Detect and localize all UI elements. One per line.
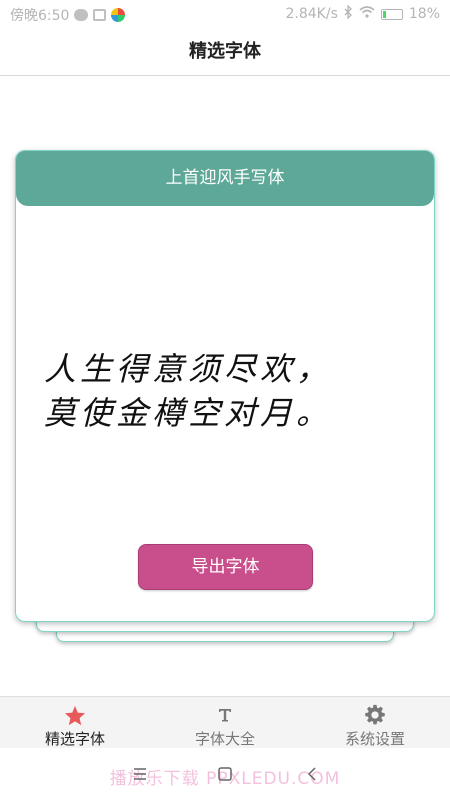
nav-label-all: 字体大全: [194, 730, 255, 748]
bottom-nav: 精选字体 字体大全 系统设置: [0, 696, 450, 748]
export-font-button[interactable]: 导出字体: [138, 544, 313, 590]
gear-icon: [300, 703, 450, 727]
nav-item-settings[interactable]: 系统设置: [300, 697, 450, 748]
nav-item-all-fonts[interactable]: 字体大全: [150, 697, 300, 748]
font-card[interactable]: 上首迎风手写体 人生得意须尽欢， 莫使金樽空对月。 导出字体: [15, 150, 435, 622]
home-icon[interactable]: [215, 764, 235, 784]
battery-level: [382, 10, 386, 18]
page-title: 精选字体: [189, 41, 261, 62]
nav-label-settings: 系统设置: [344, 730, 405, 748]
font-name-header: 上首迎风手写体: [16, 151, 434, 206]
font-sample-line-2: 莫使金樽空对月。: [44, 394, 333, 432]
chat-icon: [74, 9, 89, 21]
battery-percent: 18%: [408, 6, 440, 22]
status-time: 傍晚6:50: [10, 8, 70, 24]
type-icon: [150, 703, 300, 727]
bluetooth-icon: [344, 4, 353, 23]
app-notification-icon: [111, 8, 126, 22]
wifi-icon: [359, 6, 375, 22]
star-icon: [0, 703, 150, 727]
battery-icon: [380, 8, 403, 20]
nav-item-featured-fonts[interactable]: 精选字体: [0, 697, 150, 748]
network-speed: 2.84K/s: [285, 6, 338, 22]
title-bar: 精选字体: [0, 28, 450, 76]
status-left: 傍晚6:50: [10, 5, 126, 25]
font-sample: 人生得意须尽欢， 莫使金樽空对月。: [44, 347, 424, 435]
message-icon: [93, 9, 107, 21]
back-icon[interactable]: [302, 764, 322, 784]
font-sample-line-1: 人生得意须尽欢，: [44, 350, 333, 388]
status-right: 2.84K/s 18%: [285, 4, 440, 23]
menu-icon[interactable]: [130, 764, 150, 784]
nav-label-featured: 精选字体: [44, 730, 105, 748]
system-nav-bar: 播放乐下载 PPXLEDU.COM: [0, 748, 450, 800]
status-bar: 傍晚6:50 2.84K/s 18%: [0, 0, 450, 28]
app-screen: 傍晚6:50 2.84K/s 18% 精选字体 上首迎风手写体 人生得意须尽欢，…: [0, 0, 450, 800]
